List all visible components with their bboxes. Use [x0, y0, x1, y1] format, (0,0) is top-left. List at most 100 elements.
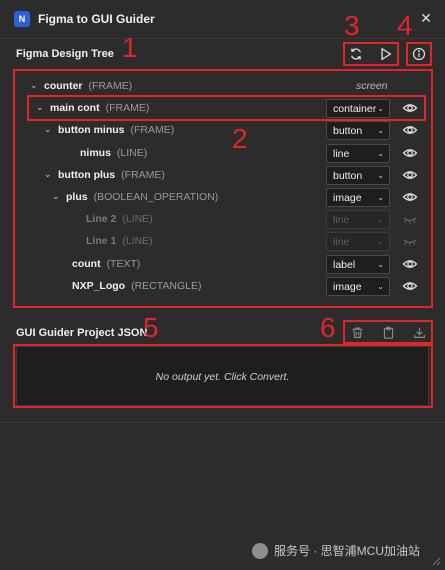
annotation-6: 6	[320, 312, 336, 343]
node-kind: (FRAME)	[121, 168, 165, 181]
eye-icon[interactable]	[402, 146, 418, 160]
resize-grip-icon[interactable]	[431, 556, 441, 566]
tree-row-label: button minus (FRAME)	[58, 124, 174, 136]
info-icon	[412, 47, 426, 61]
tree-row[interactable]: NXP_Logo (RECTANGLE) image ⌄	[16, 276, 424, 298]
tree-row-label: main cont (FRAME)	[50, 102, 149, 114]
widget-type-select[interactable]: button ⌄	[326, 121, 390, 141]
widget-type-select: line ⌄	[326, 232, 390, 252]
tree-row[interactable]: ⌄ main cont (FRAME) container ⌄	[16, 98, 424, 120]
node-kind: (BOOLEAN_OPERATION)	[93, 191, 219, 203]
app-logo-icon: N	[14, 11, 30, 27]
chevron-down-icon: ⌄	[377, 215, 384, 225]
node-kind: (LINE)	[122, 213, 153, 226]
screen-tag: screen	[356, 80, 388, 92]
info-button[interactable]	[408, 43, 430, 65]
tree-row[interactable]: nimus (LINE) line ⌄	[16, 143, 424, 165]
eye-icon[interactable]	[402, 101, 418, 115]
widget-type-select[interactable]: line ⌄	[326, 143, 390, 163]
download-icon	[413, 327, 425, 338]
panel-divider	[0, 422, 445, 423]
eye-closed-icon[interactable]	[402, 234, 418, 248]
node-kind: (LINE)	[116, 146, 148, 159]
annotation-4: 4	[397, 10, 413, 41]
widget-type-select[interactable]: button ⌄	[326, 165, 390, 185]
node-name: plus	[66, 191, 88, 203]
node-name: button plus	[58, 168, 116, 181]
tree-row[interactable]: count (TEXT) label ⌄	[16, 254, 424, 276]
refresh-icon	[350, 48, 362, 60]
node-name: NXP_Logo	[72, 279, 126, 292]
tree-section-title: Figma Design Tree	[16, 48, 114, 60]
tree-row-label: Line 2 (LINE)	[86, 213, 153, 225]
eye-icon[interactable]	[402, 168, 418, 182]
widget-type-value: image	[333, 192, 362, 204]
tree-row[interactable]: ⌄ button minus (FRAME) button ⌄	[16, 120, 424, 142]
tree-row-label: NXP_Logo (RECTANGLE)	[72, 280, 202, 292]
eye-icon[interactable]	[402, 257, 418, 271]
json-section-title: GUI Guider Project JSON	[16, 327, 148, 339]
chevron-down-icon: ⌄	[377, 237, 384, 247]
window-title: Figma to GUI Guider	[38, 12, 155, 26]
widget-type-value: button	[333, 169, 363, 182]
chevron-down-icon: ⌄	[377, 281, 384, 291]
widget-type-select[interactable]: image ⌄	[326, 188, 390, 207]
copy-button[interactable]	[377, 321, 399, 343]
widget-type-value: label	[333, 258, 356, 271]
clear-button[interactable]	[346, 321, 368, 343]
eye-icon[interactable]	[402, 123, 418, 137]
eye-icon[interactable]	[402, 279, 418, 293]
output-placeholder: No output yet. Click Convert.	[155, 371, 290, 383]
widget-type-select[interactable]: container ⌄	[326, 99, 390, 119]
node-kind: (FRAME)	[105, 102, 150, 115]
chevron-down-icon[interactable]: ⌄	[44, 124, 52, 135]
chevron-down-icon: ⌄	[377, 126, 384, 136]
tree-row-label: count (TEXT)	[72, 258, 140, 270]
tree-row[interactable]: Line 2 (LINE) line ⌄	[16, 209, 424, 231]
tree-row-label: nimus (LINE)	[80, 147, 147, 159]
wechat-icon	[252, 542, 268, 559]
watermark: 服务号 · 思智浦MCU加油站	[252, 542, 420, 559]
widget-type-value: line	[333, 236, 350, 249]
chevron-down-icon[interactable]: ⌄	[30, 80, 38, 91]
node-name: main cont	[50, 102, 100, 115]
tree-row[interactable]: ⌄ plus (BOOLEAN_OPERATION) image ⌄	[16, 187, 424, 209]
eye-closed-icon[interactable]	[402, 212, 418, 226]
widget-type-value: image	[333, 280, 362, 293]
chevron-down-icon: ⌄	[377, 259, 384, 269]
convert-button[interactable]	[375, 43, 397, 65]
refresh-button[interactable]	[345, 43, 367, 65]
trash-icon	[352, 326, 362, 338]
widget-type-select[interactable]: image ⌄	[326, 276, 390, 296]
widget-type-select: line ⌄	[326, 210, 390, 230]
node-name: button minus	[58, 124, 125, 137]
node-kind: (FRAME)	[130, 124, 175, 137]
node-name: Line 2	[86, 213, 117, 226]
tree-row[interactable]: ⌄ button plus (FRAME) button ⌄	[16, 165, 424, 187]
watermark-text: 服务号 · 思智浦MCU加油站	[274, 544, 420, 558]
tree-row[interactable]: ⌄ counter (FRAME) screen	[16, 76, 424, 98]
node-name: Line 1	[86, 235, 117, 248]
chevron-down-icon: ⌄	[377, 193, 384, 202]
json-output-area[interactable]: No output yet. Click Convert.	[16, 346, 429, 406]
tree-row[interactable]: Line 1 (LINE) line ⌄	[16, 231, 424, 253]
tree-row-label: counter (FRAME)	[44, 80, 132, 92]
node-name: counter	[44, 80, 83, 92]
chevron-down-icon[interactable]: ⌄	[36, 102, 44, 113]
node-name: nimus	[80, 146, 111, 159]
clipboard-icon	[383, 326, 393, 339]
download-button[interactable]	[408, 321, 430, 343]
annotation-3: 3	[344, 10, 360, 41]
widget-type-select[interactable]: label ⌄	[326, 254, 390, 274]
node-kind: (RECTANGLE)	[131, 279, 202, 292]
widget-type-value: button	[333, 125, 363, 138]
annotation-1: 1	[122, 32, 138, 63]
annotation-5: 5	[143, 312, 159, 343]
close-button[interactable]: ✕	[417, 9, 435, 27]
eye-icon[interactable]	[402, 190, 418, 204]
chevron-down-icon[interactable]: ⌄	[52, 191, 60, 202]
node-kind: (FRAME)	[88, 80, 133, 92]
widget-type-value: line	[333, 147, 350, 160]
widget-type-value: line	[333, 214, 350, 227]
chevron-down-icon[interactable]: ⌄	[44, 169, 52, 180]
